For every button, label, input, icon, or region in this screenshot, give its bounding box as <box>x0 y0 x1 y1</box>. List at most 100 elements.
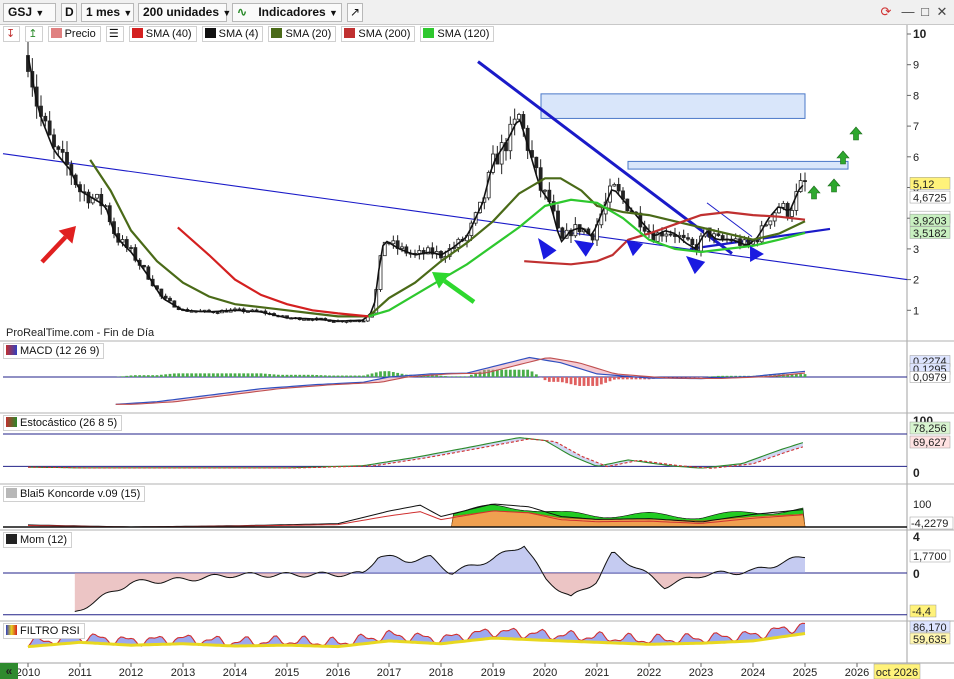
candle-body <box>686 237 690 240</box>
legend-swatch <box>204 28 216 38</box>
macd-histogram-bar <box>366 374 370 377</box>
macd-histogram-bar <box>621 377 625 380</box>
x-tick-label: 2020 <box>533 667 557 679</box>
macd-histogram-bar <box>565 377 569 384</box>
macd-histogram-bar <box>142 375 146 377</box>
pane-label: MACD (12 26 9) <box>20 345 100 357</box>
candle-body <box>56 146 61 150</box>
macd-histogram-bar <box>224 373 228 377</box>
macd-histogram-bar <box>721 375 725 377</box>
y-tick-label: 7 <box>913 121 919 133</box>
legend-item-sma200[interactable]: SMA (200) <box>341 26 416 42</box>
macd-histogram-bar <box>547 377 551 382</box>
legend-item-sma4[interactable]: SMA (4) <box>201 26 264 42</box>
macd-histogram-bar <box>387 371 391 377</box>
legend-label: SMA (120) <box>437 28 490 40</box>
candle-body <box>664 233 669 237</box>
scroll-left-icon: « <box>6 664 13 678</box>
y-tick-label: 10 <box>913 27 927 41</box>
legend-item-precio[interactable]: Precio <box>47 26 101 42</box>
koncorde-icon <box>6 488 17 498</box>
candle-body <box>43 115 48 122</box>
x-tick-label: 2014 <box>223 667 247 679</box>
candle-body <box>534 156 539 169</box>
pane-tag-filtro-rsi[interactable]: FILTRO RSI <box>3 623 85 639</box>
candle-body <box>768 220 773 226</box>
candle-body <box>65 151 69 165</box>
candle-body <box>400 246 404 249</box>
macd-histogram-bar <box>281 374 285 377</box>
macd-histogram-bar <box>151 375 155 377</box>
y-tick-label: 3 <box>913 244 919 256</box>
zoom-out-icon[interactable]: ↧ <box>3 26 21 42</box>
macd-histogram-bar <box>534 374 538 377</box>
pane-tag-koncorde[interactable]: Blai5 Koncorde v.09 (15) <box>3 486 146 502</box>
x-tick-label: 2013 <box>171 667 195 679</box>
macd-histogram-bar <box>461 376 465 377</box>
macd-histogram-bar <box>357 375 361 377</box>
y-tick-label: 2 <box>913 275 919 287</box>
macd-histogram-bar <box>306 374 310 377</box>
candle-body <box>616 184 621 192</box>
macd-histogram-bar <box>332 375 336 377</box>
macd-histogram-bar <box>556 377 560 382</box>
legend-label: SMA (20) <box>285 28 332 40</box>
macd-histogram-bar <box>349 375 353 377</box>
macd-value-label: 0,0979 <box>913 372 947 384</box>
candle-body <box>499 142 504 165</box>
price-label: 3,5182 <box>913 228 947 240</box>
macd-histogram-bar <box>311 374 314 377</box>
macd-histogram-bar <box>569 377 573 385</box>
macd-histogram-bar <box>203 373 207 377</box>
mom-icon <box>6 534 17 544</box>
macd-histogram-bar <box>190 373 194 377</box>
candle-body <box>556 210 560 229</box>
macd-histogram-bar <box>285 374 289 377</box>
stochastic-icon <box>6 417 17 427</box>
macd-histogram-bar <box>276 374 280 377</box>
macd-histogram-bar <box>172 373 176 377</box>
legend-item-sma120[interactable]: SMA (120) <box>420 26 495 42</box>
macd-histogram-bar <box>521 369 525 377</box>
macd-histogram-bar <box>289 374 293 377</box>
macd-histogram-bar <box>133 375 137 377</box>
y-tick-label: 1 <box>913 305 919 317</box>
zoom-in-icon[interactable]: ↥ <box>25 26 43 42</box>
macd-histogram-bar <box>263 373 267 377</box>
macd-histogram-bar <box>340 375 344 377</box>
macd-histogram-bar <box>504 369 508 377</box>
macd-histogram-bar <box>612 377 616 380</box>
pane-tag-macd[interactable]: MACD (12 26 9) <box>3 343 105 359</box>
koncorde-value-label: -4,2279 <box>911 518 948 530</box>
legend-label: SMA (4) <box>218 28 259 40</box>
macd-histogram-bar <box>323 375 327 377</box>
macd-histogram-bar <box>298 374 302 377</box>
candle-body <box>543 189 547 192</box>
macd-histogram-bar <box>216 373 220 377</box>
macd-histogram-bar <box>164 374 168 377</box>
chart-canvas[interactable]: 123456789105,124,67254,01753,92033,5182P… <box>0 0 954 679</box>
candle-body <box>612 184 617 187</box>
macd-histogram-bar <box>328 375 331 377</box>
pane-tag-stochastic[interactable]: Estocástico (26 8 5) <box>3 415 123 431</box>
x-tick-label: 2025 <box>793 667 817 679</box>
macd-histogram-bar <box>194 373 198 377</box>
x-tick-label: 2018 <box>429 667 453 679</box>
candle-body <box>517 114 521 120</box>
candle-body <box>52 134 56 148</box>
macd-histogram-bar <box>379 371 382 377</box>
macd-histogram-bar <box>716 375 720 377</box>
macd-histogram-bar <box>336 375 340 377</box>
y-tick-label: 100 <box>913 499 931 511</box>
macd-histogram-bar <box>272 374 276 377</box>
candle-body <box>560 227 565 239</box>
macd-histogram-bar <box>513 369 517 377</box>
pane-label: Blai5 Koncorde v.09 (15) <box>20 488 141 500</box>
stochastic-value-label: 69,627 <box>913 437 947 449</box>
legend-item-sma40[interactable]: SMA (40) <box>128 26 197 42</box>
list-icon[interactable]: ☰ <box>105 26 124 42</box>
legend-item-sma20[interactable]: SMA (20) <box>268 26 337 42</box>
candle-body <box>86 191 91 204</box>
pane-tag-mom[interactable]: Mom (12) <box>3 532 73 548</box>
rsi-value-label: 86,170 <box>913 622 947 634</box>
